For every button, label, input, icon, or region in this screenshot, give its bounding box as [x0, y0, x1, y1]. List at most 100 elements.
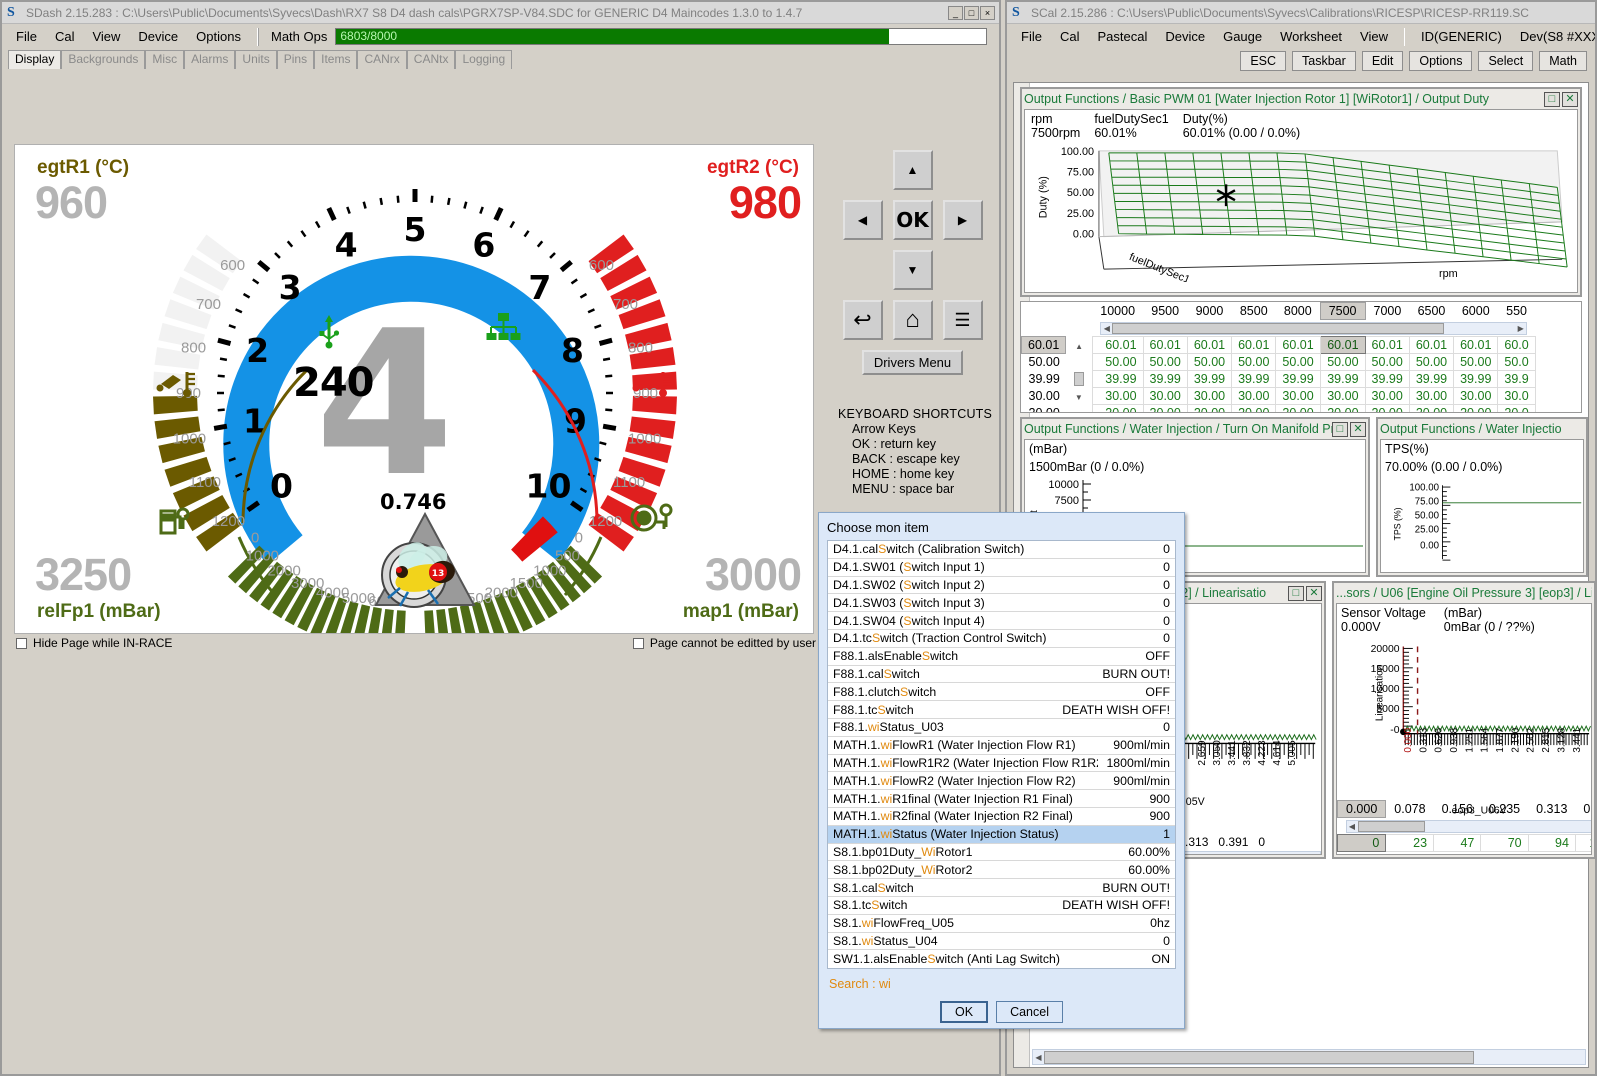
scal-menu-file[interactable]: File — [1013, 26, 1050, 47]
menu-view[interactable]: View — [84, 26, 128, 47]
scal-menu-device[interactable]: Device — [1157, 26, 1213, 47]
turnon-maximize-icon[interactable]: □ — [1332, 422, 1348, 437]
dialog-cancel-button[interactable]: Cancel — [996, 1001, 1063, 1023]
table-vscrollbar[interactable]: ▲ — [1066, 337, 1093, 354]
maximize-button[interactable]: □ — [964, 6, 979, 20]
eop3-data-table[interactable]: 0.0000.0780.1560.2350.3130.39◀0234770941… — [1337, 800, 1592, 852]
eop3-column-header[interactable]: 0.000 — [1338, 801, 1386, 818]
table-cell[interactable]: 39.9 — [1498, 371, 1535, 388]
column-header[interactable]: 10000 — [1092, 303, 1143, 320]
mon-item-row[interactable]: S8.1.bp01Duty_WiRotor160.00% — [828, 844, 1175, 862]
tab-cantx[interactable]: CANtx — [407, 50, 456, 69]
table-cell[interactable]: 50.00 — [1276, 354, 1320, 371]
mdi-scroll-thumb[interactable] — [1044, 1051, 1474, 1064]
table-cell[interactable]: 60.01 — [1092, 337, 1143, 354]
table-cell[interactable]: 39.99 — [1143, 371, 1187, 388]
table-hscrollbar[interactable]: ◀▶ — [1092, 320, 1535, 337]
esc-button[interactable]: ESC — [1240, 51, 1286, 71]
hide-page-checkbox-box[interactable] — [16, 638, 27, 649]
mon-item-row[interactable]: S8.1.wiStatus_U040 — [828, 933, 1175, 951]
minimize-button[interactable]: _ — [948, 6, 963, 20]
mon-item-row[interactable]: MATH.1.wiR1final (Water Injection R1 Fin… — [828, 790, 1175, 808]
back-button[interactable]: ↩ — [843, 300, 883, 340]
table-cell[interactable]: 39.99 — [1187, 371, 1231, 388]
table-cell[interactable]: 50.0 — [1498, 354, 1535, 371]
eop3-table-cell[interactable]: 117 — [1575, 835, 1592, 852]
close-button[interactable]: × — [980, 6, 995, 20]
eop3-canvas[interactable]: Sensor Voltage 0.000V (mBar) 0mBar (0 / … — [1336, 603, 1592, 855]
hscroll-thumb[interactable] — [1112, 323, 1443, 334]
table-cell[interactable]: 60.01 — [1409, 337, 1453, 354]
table-cell[interactable]: 60.0 — [1498, 337, 1535, 354]
hide-page-checkbox[interactable]: Hide Page while IN-RACE — [16, 636, 172, 650]
eop3-hscroll-left-arrow[interactable]: ◀ — [1347, 822, 1358, 831]
table-cell[interactable]: 30.0 — [1498, 388, 1535, 405]
table-cell[interactable]: 60.01 — [1232, 337, 1276, 354]
scal-menu-view[interactable]: View — [1352, 26, 1396, 47]
pwm-maximize-icon[interactable]: □ — [1544, 92, 1560, 107]
mon-item-row[interactable]: S8.1.wiFlowFreq_U050hz — [828, 915, 1175, 933]
table-vscrollbar[interactable] — [1066, 354, 1093, 371]
table-cell[interactable]: 20.00 — [1276, 405, 1320, 414]
column-header[interactable]: 6000 — [1454, 303, 1498, 320]
dialog-ok-button[interactable]: OK — [940, 1001, 988, 1023]
menu-cal[interactable]: Cal — [47, 26, 83, 47]
tab-pins[interactable]: Pins — [277, 50, 314, 69]
eop3-column-header[interactable]: 0.313 — [1528, 801, 1575, 818]
tab-alarms[interactable]: Alarms — [184, 50, 235, 69]
table-cell[interactable]: 30.00 — [1276, 388, 1320, 405]
table-cell[interactable]: 30.00 — [1454, 388, 1498, 405]
column-header[interactable]: 550 — [1498, 303, 1535, 320]
column-header[interactable]: 8000 — [1276, 303, 1320, 320]
row-header[interactable]: 39.99 — [1022, 371, 1066, 388]
page-locked-checkbox-box[interactable] — [633, 638, 644, 649]
table-cell[interactable]: 50.00 — [1365, 354, 1409, 371]
mon-item-list[interactable]: D4.1.calSwitch (Calibration Switch)0D4.1… — [827, 540, 1176, 969]
dpad-right-button[interactable]: ▶ — [943, 200, 983, 240]
dpad-ok-button[interactable]: OK — [893, 200, 933, 240]
dpad-left-button[interactable]: ◀ — [843, 200, 883, 240]
taskbar-button[interactable]: Taskbar — [1292, 51, 1356, 71]
mon-item-row[interactable]: F88.1.alsEnableSwitchOFF — [828, 648, 1175, 666]
mon-item-row[interactable]: D4.1.SW04 (Switch Input 4)0 — [828, 612, 1175, 630]
table-cell[interactable]: 30.00 — [1143, 388, 1187, 405]
eop3-hscroll-thumb[interactable] — [1358, 821, 1426, 832]
tab-canrx[interactable]: CANrx — [357, 50, 406, 69]
mon-item-row[interactable]: SW1.1.alsEnableSwitch (Anti Lag Switch)O… — [828, 950, 1175, 968]
choose-mon-item-dialog[interactable]: Choose mon item D4.1.calSwitch (Calibrat… — [818, 512, 1185, 1029]
dpad-up-button[interactable]: ▲ — [893, 150, 933, 190]
table-cell[interactable]: 50.00 — [1454, 354, 1498, 371]
mon-item-row[interactable]: F88.1.tcSwitchDEATH WISH OFF! — [828, 701, 1175, 719]
hscroll-left-arrow[interactable]: ◀ — [1101, 324, 1112, 333]
row-header[interactable]: 50.00 — [1022, 354, 1066, 371]
mon-item-row[interactable]: F88.1.wiStatus_U030 — [828, 719, 1175, 737]
eop3-hscrollbar[interactable]: ◀ — [1338, 818, 1593, 835]
table-cell[interactable]: 39.99 — [1365, 371, 1409, 388]
mon-item-row[interactable]: D4.1.tcSwitch (Traction Control Switch)0 — [828, 630, 1175, 648]
mon-item-row[interactable]: D4.1.SW01 (Switch Input 1)0 — [828, 559, 1175, 577]
eop2-maximize-icon[interactable]: □ — [1288, 586, 1304, 601]
table-cell[interactable]: 39.99 — [1320, 371, 1365, 388]
column-header[interactable]: 9000 — [1187, 303, 1231, 320]
column-header[interactable]: 6500 — [1409, 303, 1453, 320]
table-cell[interactable]: 50.00 — [1409, 354, 1453, 371]
table-cell[interactable]: 30.00 — [1232, 388, 1276, 405]
pwm-data-table[interactable]: 1000095009000850080007500700065006000550… — [1021, 302, 1536, 413]
table-cell[interactable]: 30.00 — [1409, 388, 1453, 405]
column-header[interactable]: 8500 — [1232, 303, 1276, 320]
table-cell[interactable]: 39.99 — [1092, 371, 1143, 388]
mon-item-row[interactable]: F88.1.clutchSwitchOFF — [828, 683, 1175, 701]
mon-item-row[interactable]: S8.1.bp02Duty_WiRotor260.00% — [828, 861, 1175, 879]
table-cell[interactable]: 20.00 — [1232, 405, 1276, 414]
table-cell[interactable]: 39.99 — [1409, 371, 1453, 388]
table-cell[interactable]: 20.00 — [1143, 405, 1187, 414]
table-cell[interactable]: 50.00 — [1143, 354, 1187, 371]
table-cell[interactable]: 30.00 — [1365, 388, 1409, 405]
table-cell[interactable]: 60.01 — [1276, 337, 1320, 354]
eop3-value-row[interactable]: 023477094117 — [1338, 835, 1593, 852]
eop3-table-cell[interactable]: 94 — [1528, 835, 1575, 852]
mon-item-row[interactable]: D4.1.SW03 (Switch Input 3)0 — [828, 594, 1175, 612]
table-cell[interactable]: 50.00 — [1187, 354, 1231, 371]
mon-item-row[interactable]: D4.1.calSwitch (Calibration Switch)0 — [828, 541, 1175, 559]
tab-backgrounds[interactable]: Backgrounds — [61, 50, 145, 69]
